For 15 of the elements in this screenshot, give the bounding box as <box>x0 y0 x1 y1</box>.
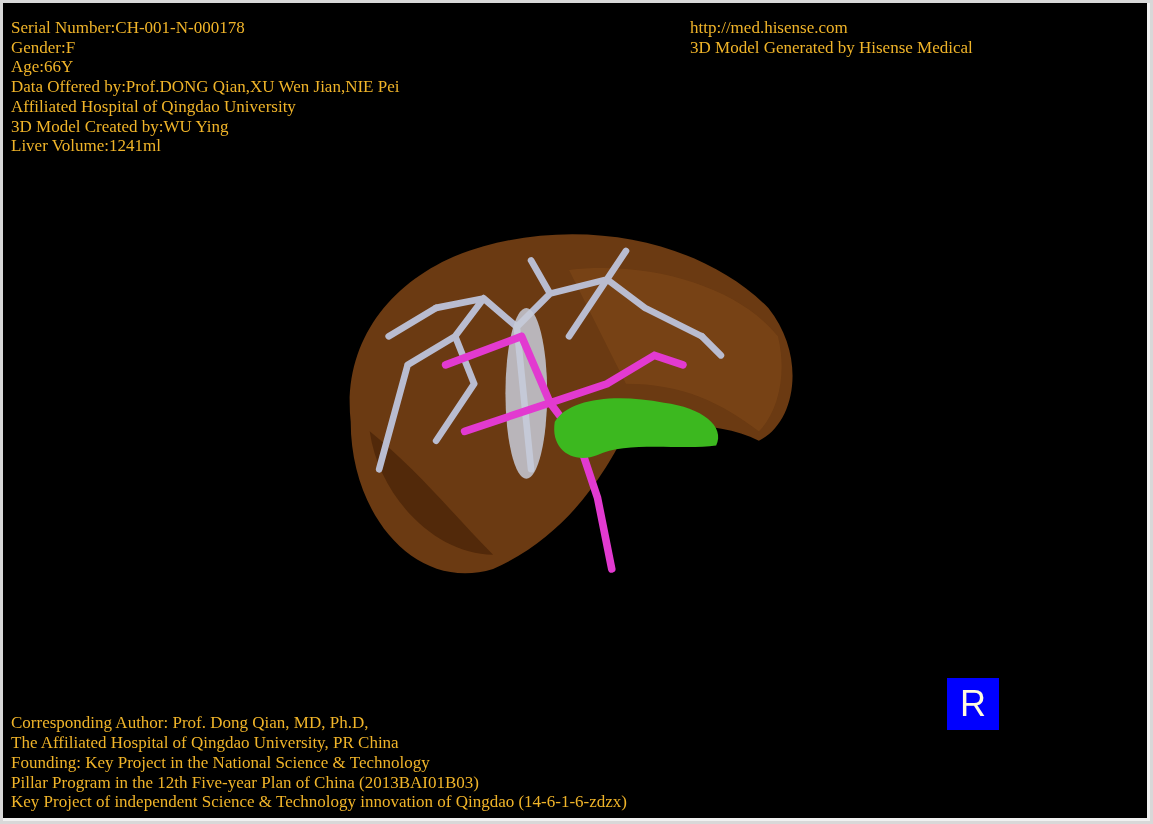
credit-text: Corresponding Author: Prof. Dong Qian, MD, Ph.D, <box>11 713 370 734</box>
info-text: Serial Number:CH-001-N-000178 <box>11 18 246 38</box>
info-text: 3D Model Generated by Hisense Medical <box>690 37 974 58</box>
credit-text: The Affiliated Hospital of Qingdao University, PR China <box>11 733 400 753</box>
info-text: http://med.hisense.com <box>690 18 849 38</box>
credit-text: Founding: Key Project in the National Science & Technology <box>11 752 431 773</box>
info-text: Gender:F <box>11 37 77 58</box>
info-text: Age:66Y <box>11 57 75 78</box>
credit-text: Key Project of independent Science & Technology innovation of Qingdao (14-6-1-6-zdzx) <box>11 792 627 812</box>
info-text: Affiliated Hospital of Qingdao University <box>11 96 297 117</box>
orientation-marker: R <box>947 678 999 730</box>
credit-text: Pillar Program in the 12th Five-year Plan of China (2013BAI01B03) <box>11 772 480 793</box>
info-text: Liver Volume:1241ml <box>11 136 162 156</box>
info-text: 3D Model Created by:WU Ying <box>11 116 230 137</box>
info-text: Data Offered by:Prof.DONG Qian,XU Wen Jian,NIE Pei <box>11 77 401 97</box>
